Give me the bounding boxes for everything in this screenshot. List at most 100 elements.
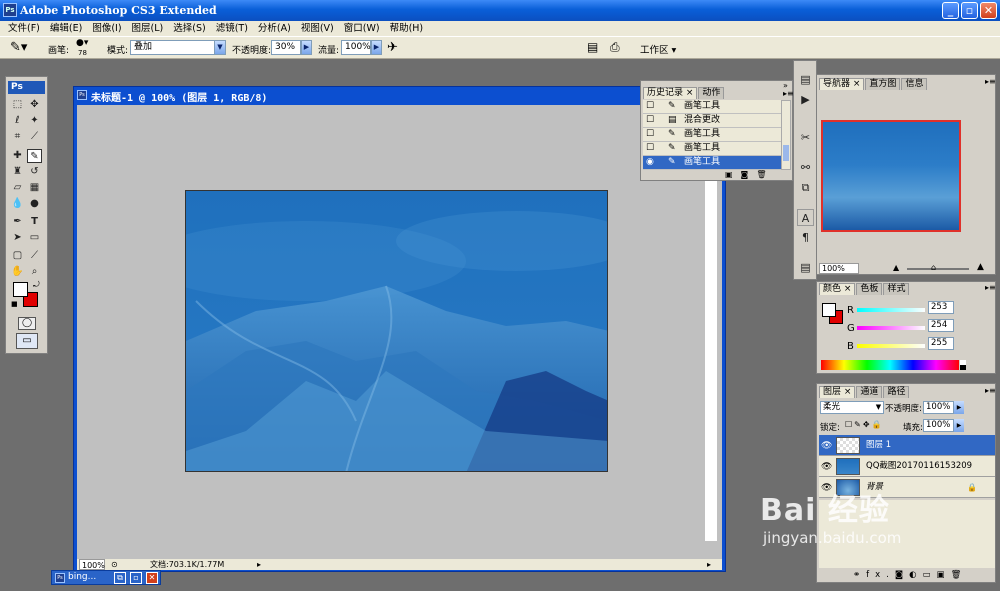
zoom-tool-icon[interactable]: ⌕ [27,265,42,279]
move-tool-icon[interactable]: ✥ [27,98,42,112]
layer-row[interactable]: 👁 QQ截图20170116153209 [819,456,995,477]
slice-tool-icon[interactable]: ⟋ [27,130,42,144]
navigator-preview[interactable] [821,120,961,232]
b-input[interactable]: 255 [928,337,954,350]
tab-styles[interactable]: 样式 [883,283,910,295]
blur-tool-icon[interactable]: 💧 [10,197,25,211]
g-input[interactable]: 254 [928,319,954,332]
type-tool-icon[interactable]: T [27,215,42,229]
history-panel-icon[interactable]: ▤ [797,71,814,88]
hand-tool-icon[interactable]: ✋ [10,265,25,279]
layer-opacity-slider-icon[interactable]: ▶ [954,401,964,414]
eye-icon[interactable]: 👁 [821,461,833,473]
maximize-icon[interactable]: ▫ [130,572,142,584]
r-input[interactable]: 253 [928,301,954,314]
layer-fill-slider-icon[interactable]: ▶ [954,419,964,432]
default-colors-icon[interactable]: ■ [11,300,18,308]
marquee-tool-icon[interactable]: ⬚ [10,98,25,112]
mode-select[interactable]: 叠加 [130,40,215,55]
history-item[interactable]: ☐ ▤ 混合更改 [643,114,781,128]
history-brush-icon[interactable]: ↺ [27,165,42,179]
pen-tool-icon[interactable]: ✒ [10,215,25,229]
navigator-zoom-slider[interactable] [907,268,969,270]
tab-layers[interactable]: 图层 × [819,386,856,398]
bw-ramp[interactable] [960,360,966,370]
history-scrollbar[interactable] [781,100,791,170]
menu-layer[interactable]: 图层(L) [132,21,164,36]
panel-menu-icon[interactable]: ▸≡ [985,283,996,292]
zoom-in-icon[interactable]: ▲ [977,262,984,272]
brush-preset-picker[interactable]: ●▾ [76,38,88,48]
history-item[interactable]: ☐ ✎ 画笔工具 [643,100,781,114]
workspace-button[interactable]: 工作区 ▾ [640,42,676,56]
brush-tool-icon[interactable]: ✎▾ [10,40,27,55]
minimized-document[interactable]: Ps bing... ⧉ ▫ ✕ [51,570,161,585]
canvas-image[interactable] [185,190,608,472]
layer-comps-icon[interactable]: ▤ [797,259,814,276]
healing-brush-icon[interactable]: ✚ [10,149,25,163]
blend-dropdown-icon[interactable]: ▼ [873,401,884,414]
brush-tool-icon[interactable]: ✎ [27,149,42,163]
canvas-area[interactable] [77,105,722,559]
eyedropper-icon[interactable]: ⟋ [27,249,42,263]
magic-wand-icon[interactable]: ✦ [27,114,42,128]
actions-panel-icon[interactable]: ▶ [797,91,814,108]
panel-menu-icon[interactable]: ▸≡ [985,386,996,395]
mode-dropdown-icon[interactable]: ▼ [214,40,226,55]
lasso-tool-icon[interactable]: ℓ [10,114,25,128]
crop-tool-icon[interactable]: ⌗ [10,130,25,144]
shape-tool-icon[interactable]: ▭ [27,231,42,245]
gradient-tool-icon[interactable]: ▦ [27,181,42,195]
zoom-slider-handle[interactable]: ⌂ [931,263,936,272]
tab-histogram[interactable]: 直方图 [865,78,901,90]
clone-source-icon[interactable]: ⧉ [797,179,814,196]
bridge-icon[interactable]: ⎙ [610,40,620,55]
history-item[interactable]: ☐ ✎ 画笔工具 [643,128,781,142]
scroll-right-icon[interactable]: ▸ [707,559,711,570]
paragraph-panel-icon[interactable]: ¶ [797,229,814,246]
tab-channels[interactable]: 通道 [856,386,883,398]
layers-footer-icons[interactable]: ⚭fx.◙◐▭▣🗑 [853,570,967,580]
menu-help[interactable]: 帮助(H) [390,21,424,36]
status-options-icon[interactable]: ⊙ [111,559,118,570]
layer-opacity-input[interactable]: 100% [923,401,954,414]
zoom-field[interactable]: 100% [79,559,105,570]
menu-filter[interactable]: 滤镜(T) [216,21,248,36]
maximize-button[interactable]: ▫ [961,2,978,19]
status-menu-icon[interactable]: ▸ [257,559,261,570]
history-item-selected[interactable]: ◉ ✎ 画笔工具 [643,156,781,170]
navigator-zoom-field[interactable]: 100% [819,263,859,274]
b-slider[interactable] [857,344,925,348]
flow-input[interactable]: 100% [341,40,371,55]
restore-icon[interactable]: ⧉ [114,572,126,584]
tab-info[interactable]: 信息 [901,78,928,90]
stamp-tool-icon[interactable]: ♜ [10,165,25,179]
screen-mode-icon[interactable]: ▭ [16,333,38,349]
character-panel-icon[interactable]: A [797,209,814,226]
g-slider[interactable] [857,326,925,330]
close-button[interactable]: ✕ [980,2,997,19]
brushes-panel-icon[interactable]: ⚯ [797,159,814,176]
tab-swatches[interactable]: 色板 [856,283,883,295]
layer-row[interactable]: 👁 图层 1 [819,435,995,456]
airbrush-icon[interactable]: ✈ [387,40,398,55]
swap-colors-icon[interactable]: ⤾ [33,280,40,290]
r-slider[interactable] [857,308,925,312]
dodge-tool-icon[interactable]: ● [27,197,42,211]
menu-select[interactable]: 选择(S) [173,21,205,36]
history-item[interactable]: ☐ ✎ 画笔工具 [643,142,781,156]
layer-fill-input[interactable]: 100% [923,419,954,432]
menu-window[interactable]: 窗口(W) [344,21,380,36]
color-fg-swatch[interactable] [822,303,836,317]
menu-edit[interactable]: 编辑(E) [50,21,82,36]
tab-history[interactable]: 历史记录 × [643,87,698,99]
zoom-out-icon[interactable]: ▲ [893,263,899,272]
palette-well-icon[interactable]: ▤ [587,40,598,54]
menu-view[interactable]: 视图(V) [301,21,334,36]
menu-image[interactable]: 图像(I) [92,21,121,36]
minimize-button[interactable]: _ [942,2,959,19]
eye-icon[interactable]: 👁 [821,440,833,452]
tab-actions[interactable]: 动作 [698,87,725,99]
lock-icons[interactable]: ☐✎✥🔒 [845,420,884,429]
notes-tool-icon[interactable]: ▢ [10,249,25,263]
